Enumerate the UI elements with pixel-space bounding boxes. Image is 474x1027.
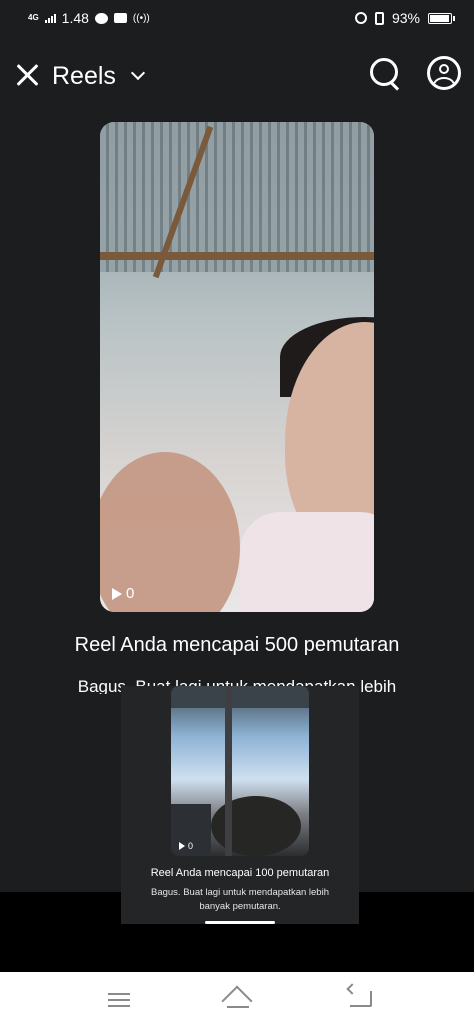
home-icon[interactable] xyxy=(221,985,253,1017)
nfc-icon: ((•)) xyxy=(132,12,150,24)
top-bar: Reels xyxy=(0,48,474,104)
milestone-title-1: Reel Anda mencapai 500 pemutaran xyxy=(74,634,400,656)
reel-thumbnail-2[interactable]: 0 xyxy=(171,686,309,856)
milestone-subtitle-2: Bagus. Buat lagi untuk mendapatkan lebih… xyxy=(151,887,329,912)
profile-icon[interactable] xyxy=(427,56,461,90)
play-icon xyxy=(179,842,185,850)
search-icon[interactable] xyxy=(370,58,398,86)
system-nav-bar xyxy=(0,972,474,1027)
drag-handle[interactable] xyxy=(205,921,275,924)
milestone-title-2: Reel Anda mencapai 100 pemutaran xyxy=(150,867,330,879)
back-icon[interactable] xyxy=(350,991,372,1007)
page-title[interactable]: Reels xyxy=(52,62,116,91)
status-bar: 4G 1.48 ((•)) 93% xyxy=(0,0,474,36)
chevron-down-icon[interactable] xyxy=(130,65,146,81)
alarm-icon xyxy=(354,12,367,24)
signal-icon xyxy=(44,13,56,23)
menu-icon[interactable] xyxy=(108,993,130,1007)
reel-thumbnail-1[interactable]: 0 xyxy=(100,122,374,612)
battery-icon xyxy=(428,12,455,24)
play-count: 0 xyxy=(112,585,134,602)
battery-percent: 93% xyxy=(391,10,420,26)
status-time: 1.48 xyxy=(61,10,89,26)
video-icon xyxy=(113,13,127,23)
play-count-2: 0 xyxy=(179,841,193,851)
vibrate-icon xyxy=(374,11,384,25)
close-icon[interactable] xyxy=(14,62,40,88)
network-label: 4G xyxy=(28,13,39,22)
chat-icon xyxy=(94,12,108,24)
play-icon xyxy=(112,587,122,600)
roof-background xyxy=(100,122,374,272)
